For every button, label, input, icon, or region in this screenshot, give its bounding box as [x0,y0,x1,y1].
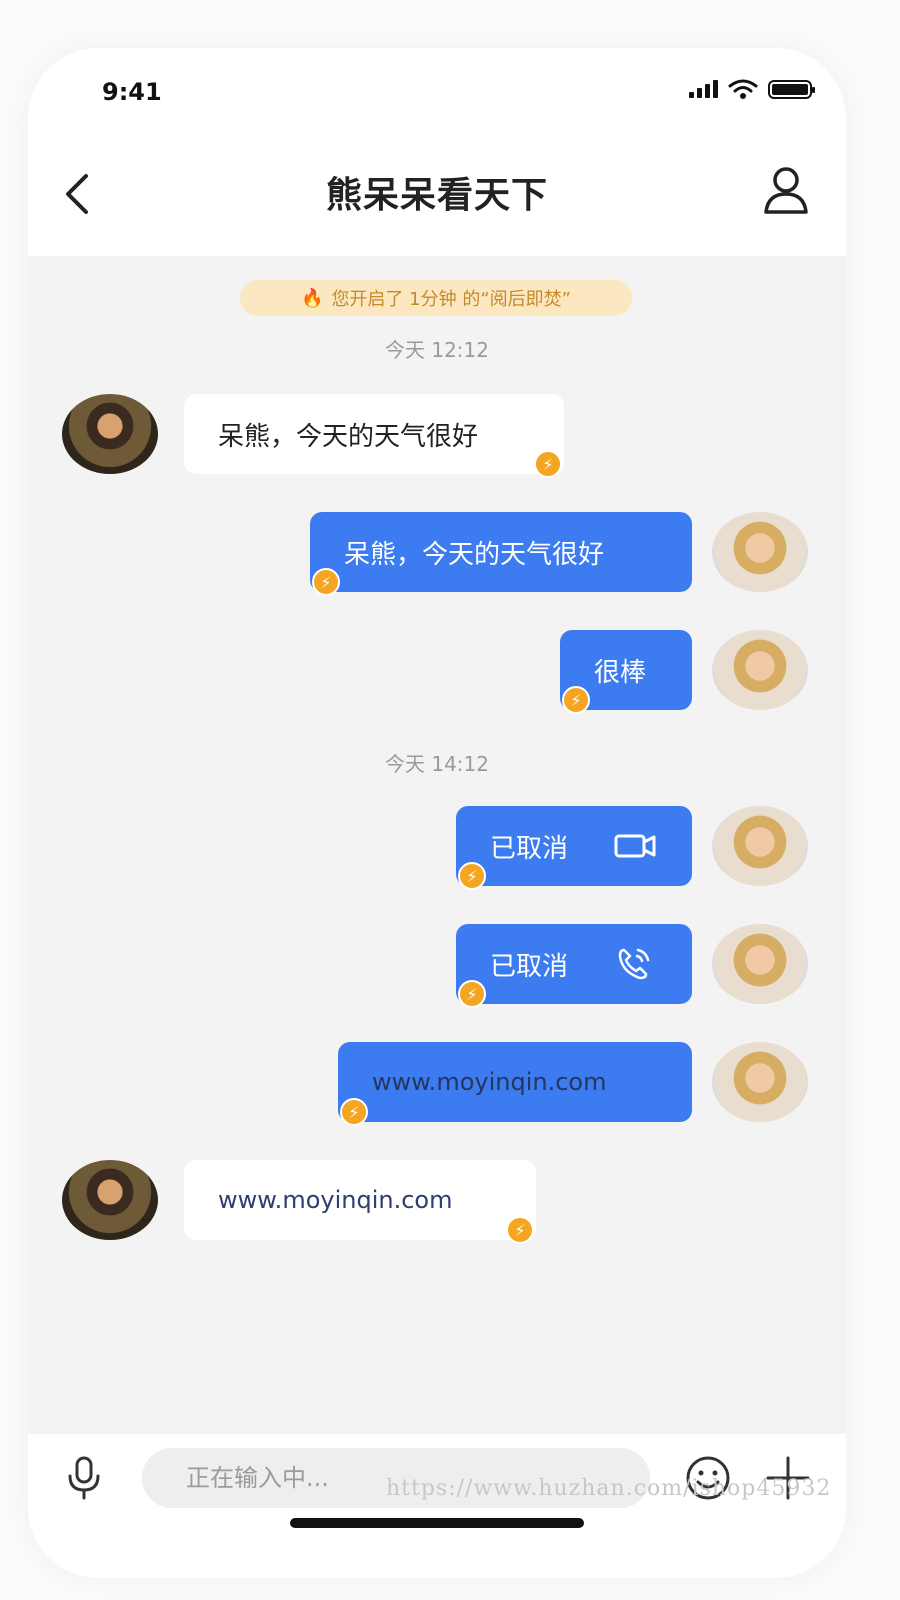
contact-avatar[interactable] [62,394,158,474]
my-avatar[interactable] [712,512,808,592]
my-avatar[interactable] [712,1042,808,1122]
message-text: 呆熊，今天的天气很好 [218,421,479,452]
chat-area: 🔥 您开启了 1分钟 的“阅后即焚” 今天 12:12 呆熊，今天的天气很好 ⚡… [28,256,846,1434]
burn-icon: ⚡ [312,568,340,596]
video-call-bubble[interactable]: 已取消 [456,806,692,886]
burn-after-reading-notice: 🔥 您开启了 1分钟 的“阅后即焚” [240,280,632,316]
my-avatar[interactable] [712,630,808,710]
message-text: 已取消 [490,833,569,864]
notice-text: 您开启了 1分钟 的“阅后即焚” [331,289,571,310]
voice-call-bubble[interactable]: 已取消 [456,924,692,1004]
home-indicator [290,1518,584,1528]
message-bubble[interactable]: 呆熊，今天的天气很好 [310,512,692,592]
battery-icon [768,79,815,99]
timestamp: 今天 12:12 [385,338,489,362]
burn-icon: ⚡ [340,1098,368,1126]
message-text: 呆熊，今天的天气很好 [344,539,605,570]
link-bubble[interactable]: www.moyinqin.com [338,1042,692,1122]
status-time: 9:41 [102,78,162,106]
status-bar: 9:41 [28,48,846,138]
burn-icon: ⚡ [562,686,590,714]
burn-icon: ⚡ [534,450,562,478]
timestamp: 今天 14:12 [385,752,489,776]
burn-icon: ⚡ [458,862,486,890]
link-bubble[interactable]: www.moyinqin.com [184,1160,536,1240]
message-text: 很棒 [594,657,647,688]
burn-icon: ⚡ [458,980,486,1008]
fire-icon: 🔥 [301,287,324,309]
phone-call-icon [618,948,650,980]
video-call-icon [614,834,656,858]
wifi-icon [728,79,758,99]
nav-bar: 熊呆呆看天下 [28,138,846,256]
user-icon [764,167,808,214]
my-avatar[interactable] [712,924,808,1004]
message-bubble[interactable]: 呆熊，今天的天气很好 [184,394,564,474]
link-text[interactable]: www.moyinqin.com [372,1068,606,1096]
status-icons [689,78,815,100]
contact-avatar[interactable] [62,1160,158,1240]
page-title: 熊呆呆看天下 [325,175,548,216]
profile-button[interactable] [760,162,812,218]
voice-input-button[interactable] [64,1454,104,1504]
link-text[interactable]: www.moyinqin.com [218,1186,452,1214]
phone-frame: 9:41 熊呆呆看天下 🔥 您开启了 1分钟 的“阅后即焚” 今天 12:12 … [28,48,846,1578]
microphone-icon [68,1456,100,1500]
signal-icon [689,80,718,98]
watermark-text: https://www.huzhan.com/ishop45932 [386,1476,832,1501]
burn-icon: ⚡ [506,1216,534,1244]
my-avatar[interactable] [712,806,808,886]
message-text: 已取消 [490,951,569,982]
